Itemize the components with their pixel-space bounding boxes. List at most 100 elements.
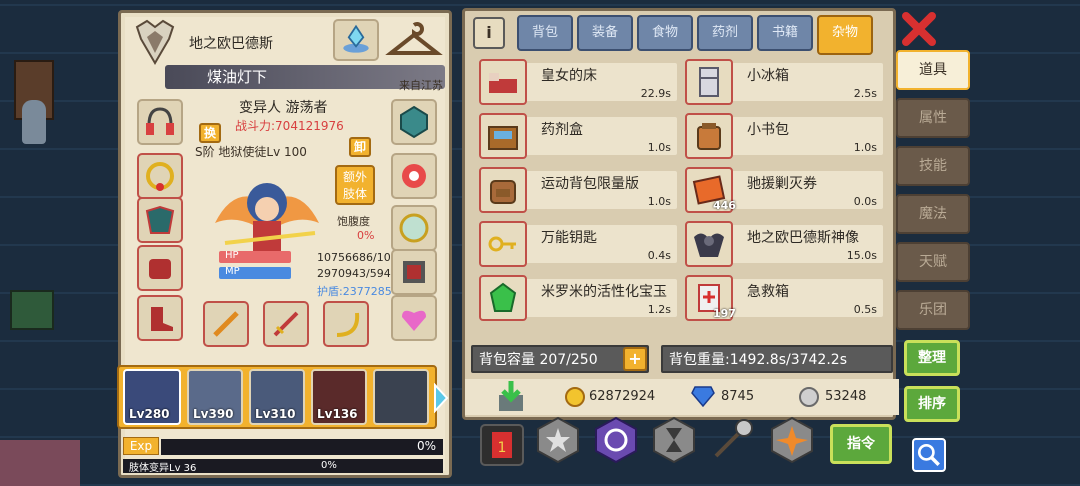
- command-button[interactable]: 指令: [830, 424, 892, 464]
- party-member-4[interactable]: Lv136: [311, 369, 367, 425]
- item-count-badge: 197: [713, 307, 736, 320]
- exp-percent: 0%: [417, 439, 437, 453]
- character-origin: 来自江苏: [399, 79, 443, 92]
- side-tab-items[interactable]: 道具: [896, 50, 970, 90]
- star-badge-button[interactable]: [534, 416, 582, 464]
- hero-sprite: [205, 163, 329, 263]
- inventory-panel: i 背包 装备 食物 药剂 书籍 杂物 皇女的床 22.9s 小冰箱 2.5s 药剂盒 1…: [462, 8, 899, 420]
- inventory-item[interactable]: 小冰箱 2.5s: [685, 59, 883, 105]
- inventory-item[interactable]: 急救箱 0.5s 197: [685, 275, 883, 321]
- item-icon-box: [685, 59, 733, 105]
- hanger-icon[interactable]: [385, 19, 443, 61]
- silver-amount: 53248: [825, 389, 867, 404]
- capacity-expand-button[interactable]: +: [623, 347, 647, 371]
- party-member-2[interactable]: Lv390: [187, 369, 243, 425]
- tab-backpack[interactable]: 背包: [517, 15, 573, 51]
- weapon-slot-bow[interactable]: [323, 301, 369, 347]
- close-icon[interactable]: [900, 10, 938, 48]
- item-time: 0.5s: [853, 303, 877, 316]
- equip-slot-gauntlet[interactable]: [137, 245, 183, 291]
- capacity-label: 背包容量 207/250: [479, 352, 598, 368]
- shuriken-button[interactable]: [768, 416, 816, 464]
- sort-button[interactable]: 排序: [904, 386, 960, 422]
- equip-slot-emblem[interactable]: [391, 99, 437, 145]
- party-member-1[interactable]: Lv280: [123, 369, 181, 425]
- combat-power: 战斗力:704121976: [235, 119, 344, 133]
- tab-misc[interactable]: 杂物: [817, 15, 873, 55]
- weapon-slot-sword[interactable]: [263, 301, 309, 347]
- statue-icon: [694, 233, 724, 257]
- inventory-item[interactable]: 药剂盒 1.0s: [479, 113, 677, 159]
- equip-slot-gear[interactable]: [391, 249, 437, 295]
- item-time: 15.0s: [846, 249, 877, 262]
- gem-icon: [489, 282, 517, 312]
- diamond-icon: [691, 385, 715, 408]
- info-icon[interactable]: i: [473, 17, 505, 49]
- tab-equipment[interactable]: 装备: [577, 15, 633, 51]
- equip-slot-armor[interactable]: [137, 197, 183, 243]
- tidy-button[interactable]: 整理: [904, 340, 960, 376]
- guild-emblem-icon: [133, 19, 177, 65]
- tab-potion[interactable]: 药剂: [697, 15, 753, 51]
- potion-box-icon: [488, 126, 518, 150]
- tab-food[interactable]: 食物: [637, 15, 693, 51]
- inventory-item[interactable]: 驰援剿灭券 0.0s 446: [685, 167, 883, 213]
- crystal-button[interactable]: [333, 19, 379, 61]
- vase-decor: [22, 100, 46, 144]
- item-icon-box: [685, 113, 733, 159]
- item-time: 0.4s: [647, 249, 671, 262]
- inventory-item[interactable]: 地之欧巴德斯神像 15.0s: [685, 221, 883, 267]
- side-tab-label: 道具: [919, 62, 947, 78]
- item-time: 1.0s: [647, 141, 671, 154]
- party-next-arrow-icon[interactable]: [433, 382, 449, 414]
- download-icon[interactable]: [495, 379, 527, 413]
- side-tab-band[interactable]: 乐团: [896, 290, 970, 330]
- character-title: 地之欧巴德斯: [189, 36, 273, 52]
- hourglass-button[interactable]: [650, 416, 698, 464]
- unequip-button[interactable]: 卸: [349, 137, 371, 157]
- weapon-slot-rod[interactable]: [203, 301, 249, 347]
- side-tab-talent[interactable]: 天赋: [896, 242, 970, 282]
- side-tab-magic[interactable]: 魔法: [896, 194, 970, 234]
- equip-slot-headphones[interactable]: [137, 99, 183, 145]
- mp-label: MP: [225, 266, 240, 277]
- limb-percent: 0%: [321, 460, 337, 471]
- inventory-item[interactable]: 万能钥匙 0.4s: [479, 221, 677, 267]
- party-member-3[interactable]: Lv310: [249, 369, 305, 425]
- side-tab-skills[interactable]: 技能: [896, 146, 970, 186]
- item-name: 药剂盒: [541, 122, 583, 138]
- ranking-button[interactable]: 1: [480, 424, 524, 466]
- equip-slot-necklace[interactable]: [137, 153, 183, 199]
- search-icon[interactable]: [912, 438, 946, 472]
- inventory-item[interactable]: 皇女的床 22.9s: [479, 59, 677, 105]
- svg-text:1: 1: [498, 440, 507, 456]
- equip-slot-mirror[interactable]: [391, 205, 437, 251]
- item-icon-box: [479, 113, 527, 159]
- extra-limb-button[interactable]: 额外 肢体: [335, 165, 375, 205]
- item-time: 1.0s: [647, 195, 671, 208]
- side-tab-label: 技能: [919, 158, 947, 174]
- item-count-badge: 446: [713, 199, 736, 212]
- equip-slot-heart-ring[interactable]: [391, 295, 437, 341]
- hp-value: 10756686/10: [317, 251, 391, 264]
- item-time: 1.2s: [647, 303, 671, 316]
- bed-icon: [489, 73, 517, 93]
- magic-circle-button[interactable]: [592, 416, 640, 464]
- item-icon-box: [479, 59, 527, 105]
- exp-bar: [161, 439, 443, 455]
- equip-slot-boots[interactable]: [137, 295, 183, 341]
- equip-slot-flower[interactable]: [391, 153, 437, 199]
- side-tab-attributes[interactable]: 属性: [896, 98, 970, 138]
- party-member-empty[interactable]: [373, 369, 429, 425]
- tab-books[interactable]: 书籍: [757, 15, 813, 51]
- item-name: 小冰箱: [747, 68, 789, 84]
- item-name: 小书包: [747, 122, 789, 138]
- side-tab-label: 魔法: [919, 206, 947, 222]
- swap-button[interactable]: 换: [199, 123, 221, 143]
- inventory-item[interactable]: 米罗米的活性化宝玉 1.2s: [479, 275, 677, 321]
- inventory-item[interactable]: 运动背包限量版 1.0s: [479, 167, 677, 213]
- sofa-decor: [0, 440, 80, 486]
- item-name: 地之欧巴德斯神像: [747, 230, 859, 246]
- inventory-item[interactable]: 小书包 1.0s: [685, 113, 883, 159]
- mace-weapon-button[interactable]: [708, 416, 756, 464]
